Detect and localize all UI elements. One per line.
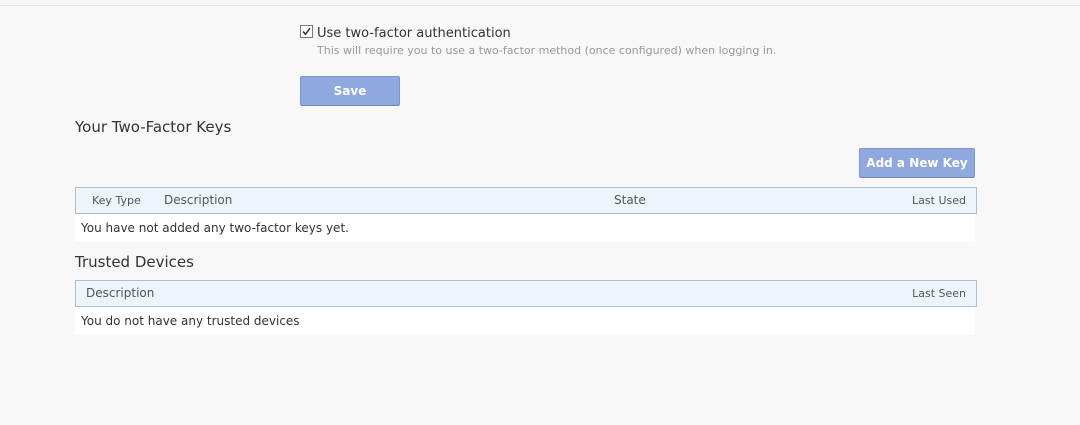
top-divider (0, 5, 1080, 6)
column-header-description: Description (86, 286, 155, 300)
checkmark-icon (302, 27, 311, 36)
two-factor-label[interactable]: Use two-factor authentication (317, 25, 511, 42)
column-header-state: State (614, 193, 646, 207)
column-header-last-seen: Last Seen (912, 287, 966, 300)
two-factor-checkbox[interactable] (300, 25, 313, 38)
keys-table-body: You have not added any two-factor keys y… (75, 214, 975, 242)
column-header-key-type: Key Type (92, 194, 141, 207)
trusted-devices-heading: Trusted Devices (75, 253, 194, 271)
trusted-devices-empty-message: You do not have any trusted devices (81, 314, 300, 328)
column-header-last-used: Last Used (912, 194, 966, 207)
trusted-devices-table-body: You do not have any trusted devices (75, 307, 975, 335)
column-header-description: Description (164, 193, 233, 207)
trusted-devices-table-header: Description Last Seen (75, 280, 977, 307)
add-new-key-button[interactable]: Add a New Key (859, 148, 975, 178)
two-factor-hint: This will require you to use a two-facto… (317, 44, 777, 57)
two-factor-keys-heading: Your Two-Factor Keys (75, 118, 232, 136)
keys-table-header: Key Type Description State Last Used (75, 187, 977, 214)
save-button[interactable]: Save (300, 76, 400, 106)
keys-empty-message: You have not added any two-factor keys y… (81, 221, 349, 235)
